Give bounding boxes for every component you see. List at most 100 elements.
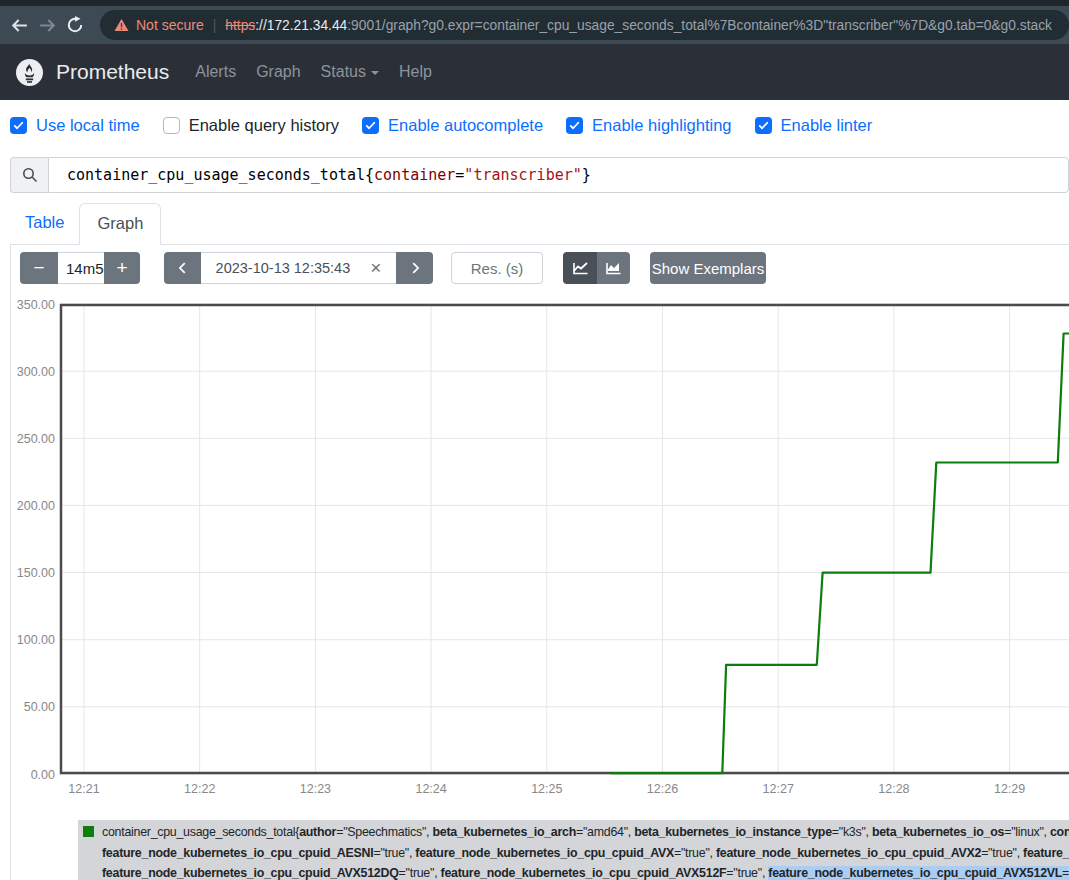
range-input[interactable]: 14m58s (58, 252, 104, 284)
option-enable-autocomplete: Enable autocomplete (362, 116, 543, 135)
nav-item-alerts[interactable]: Alerts (185, 63, 246, 80)
y-tick-label: 150.00 (17, 566, 55, 580)
url-path: :9001/graph?g0.expr=container_cpu_usage_… (347, 18, 1052, 33)
checkbox-checked[interactable] (566, 117, 583, 134)
search-icon (22, 167, 38, 183)
option-label[interactable]: Enable autocomplete (388, 116, 543, 135)
y-tick-label: 300.00 (17, 365, 55, 379)
query-input[interactable]: container_cpu_usage_seconds_total{contai… (48, 157, 1069, 193)
checkbox-checked[interactable] (755, 117, 772, 134)
x-tick-label: 12:26 (647, 782, 678, 796)
decrease-range-button[interactable]: − (20, 252, 58, 284)
option-label[interactable]: Enable highlighting (592, 116, 731, 135)
prometheus-navbar: Prometheus AlertsGraphStatusHelp (0, 44, 1069, 100)
back-button[interactable] (5, 15, 33, 36)
forward-button[interactable] (33, 15, 61, 36)
query-metric: container_cpu_usage_seconds_total (67, 166, 365, 184)
query-equals: = (455, 166, 464, 184)
check-icon (365, 120, 376, 131)
y-tick-label: 200.00 (17, 499, 55, 513)
checkbox-checked[interactable] (362, 117, 379, 134)
brand-title[interactable]: Prometheus (56, 60, 169, 84)
x-tick-label: 12:29 (994, 782, 1025, 796)
prometheus-logo[interactable] (16, 59, 43, 86)
x-tick-label: 12:21 (68, 782, 99, 796)
query-brace-close: } (582, 166, 591, 184)
legend-line: feature_node_kubernetes_io_cpu_cpuid_AVX… (83, 863, 1069, 880)
reload-button[interactable] (61, 15, 89, 35)
x-tick-label: 12:23 (300, 782, 331, 796)
nav-links: AlertsGraphStatusHelp (185, 63, 442, 81)
url-host: ://172.21.34.44 (255, 18, 347, 33)
nav-item-graph[interactable]: Graph (246, 63, 310, 80)
check-icon (758, 120, 769, 131)
option-enable-linter: Enable linter (755, 116, 873, 135)
y-tick-label: 350.00 (17, 298, 55, 312)
option-enable-query-history: Enable query history (163, 116, 339, 135)
x-tick-label: 12:28 (878, 782, 909, 796)
query-bar: container_cpu_usage_seconds_total{contai… (10, 157, 1069, 193)
option-label[interactable]: Enable linter (781, 116, 873, 135)
caret-down-icon (371, 71, 379, 75)
datetime-value: 2023-10-13 12:35:43 (216, 260, 351, 276)
chevron-left-icon (176, 261, 190, 275)
check-icon (569, 120, 580, 131)
nav-item-status[interactable]: Status (311, 63, 389, 80)
resolution-placeholder: Res. (s) (471, 260, 524, 277)
stacked-chart-toggle[interactable] (597, 252, 630, 284)
back-time-button[interactable] (164, 252, 201, 284)
query-label-name: container (374, 166, 455, 184)
address-bar[interactable]: Not secure | https://172.21.34.44:9001/g… (100, 10, 1069, 40)
y-tick-label: 100.00 (17, 633, 55, 647)
x-tick-label: 12:25 (531, 782, 562, 796)
forward-time-button[interactable] (396, 252, 433, 284)
clear-datetime-icon[interactable]: × (370, 257, 381, 279)
legend-swatch[interactable] (83, 826, 94, 837)
resolution-input[interactable]: Res. (s) (451, 252, 543, 284)
panel-tabs: Table Graph (10, 203, 1069, 245)
reload-icon (65, 15, 85, 35)
show-exemplars-button[interactable]: Show Exemplars (650, 252, 766, 284)
option-enable-highlighting: Enable highlighting (566, 116, 731, 135)
forward-arrow-icon (37, 15, 58, 36)
y-tick-label: 50.00 (24, 700, 55, 714)
line-chart-toggle[interactable] (563, 252, 597, 284)
legend-line: feature_node_kubernetes_io_cpu_cpuid_AES… (83, 843, 1069, 864)
y-tick-label: 0.00 (31, 768, 55, 782)
checkbox-unchecked[interactable] (163, 117, 180, 134)
query-label-value: "transcriber" (464, 166, 581, 184)
y-tick-label: 250.00 (17, 432, 55, 446)
torch-icon (18, 61, 41, 84)
tab-graph[interactable]: Graph (79, 203, 161, 245)
tab-table[interactable]: Table (10, 203, 79, 244)
x-tick-label: 12:24 (415, 782, 446, 796)
datetime-input[interactable]: 2023-10-13 12:35:43 × (201, 252, 396, 284)
selected-text: feature_node_kubernetes_io_cpu_cpuid_AVX… (768, 866, 1069, 880)
x-tick-label: 12:22 (184, 782, 215, 796)
x-tick-label: 12:27 (763, 782, 794, 796)
url-scheme: https (225, 18, 255, 33)
check-icon (13, 120, 24, 131)
search-icon-addon (10, 157, 48, 193)
chevron-right-icon (408, 261, 422, 275)
time-series-chart[interactable]: 0.00 50.00 100.00 150.00 200.00 250.00 300.00 3… (0, 290, 1069, 802)
nav-item-help[interactable]: Help (389, 63, 442, 80)
checkbox-checked[interactable] (10, 117, 27, 134)
stacked-chart-icon (605, 260, 622, 276)
chart-legend[interactable]: container_cpu_usage_seconds_total{author… (78, 820, 1069, 880)
browser-toolbar: Not secure | https://172.21.34.44:9001/g… (0, 6, 1069, 44)
options-row: Use local time Enable query history Enable… (10, 113, 895, 137)
line-chart-icon (572, 260, 589, 276)
warning-icon (114, 18, 129, 32)
option-use-local-time: Use local time (10, 116, 140, 135)
address-divider: | (213, 18, 217, 33)
option-label[interactable]: Enable query history (189, 116, 339, 135)
option-label[interactable]: Use local time (36, 116, 140, 135)
graph-controls: − 14m58s + 2023-10-13 12:35:43 × Res. (s… (20, 252, 766, 284)
browser-chrome: Not secure | https://172.21.34.44:9001/g… (0, 0, 1069, 44)
increase-range-button[interactable]: + (104, 252, 140, 284)
query-brace-open: { (365, 166, 374, 184)
legend-line: container_cpu_usage_seconds_total{author… (83, 822, 1069, 843)
plot-border (61, 305, 1069, 773)
back-arrow-icon (9, 15, 30, 36)
